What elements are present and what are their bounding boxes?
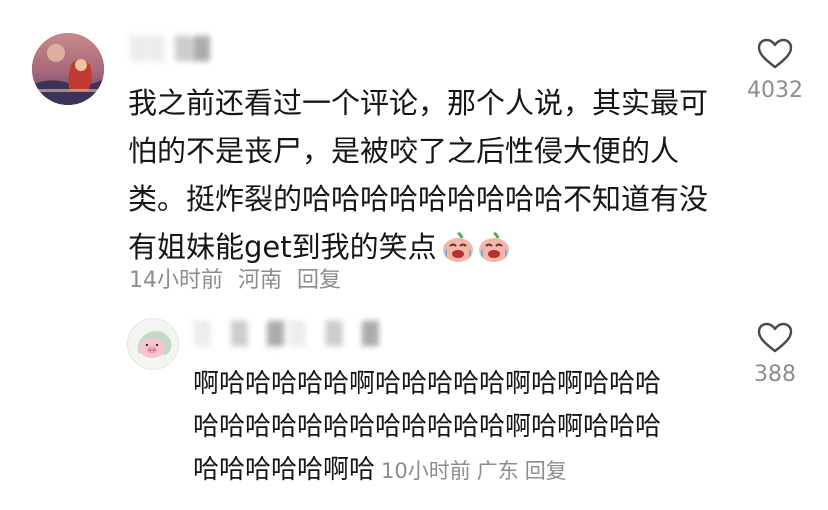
comment-line: 怕的不是丧尸，是被咬了之后性侵大便的人: [128, 134, 680, 168]
comment-location: 河南: [238, 268, 283, 293]
comment-line: 我之前还看过一个评论，那个人说，其实最可: [128, 86, 709, 120]
reply-location: 广东: [476, 459, 519, 483]
avatar-image: [32, 33, 104, 105]
heart-icon: [757, 38, 793, 69]
crying-laughing-emoji-icon: [441, 230, 475, 264]
like-button[interactable]: 4032: [720, 38, 828, 103]
pig-avatar-icon: [128, 319, 178, 369]
reply-text: 啊哈哈哈哈哈啊哈哈哈哈哈啊哈啊哈哈哈 哈哈哈哈哈哈哈哈哈哈哈哈啊哈啊哈哈哈 哈哈…: [193, 363, 713, 493]
reply-like-count: 388: [754, 362, 796, 387]
reply-reply-button[interactable]: 回复: [525, 459, 567, 483]
reply-line: 哈哈哈哈哈哈哈哈哈哈哈哈啊哈啊哈哈哈: [193, 412, 662, 442]
username[interactable]: ░░ ▒▓: [131, 37, 211, 62]
comment-time: 14小时前: [129, 268, 223, 293]
reply-line: 啊哈哈哈哈哈啊哈哈哈哈哈啊哈啊哈哈哈: [193, 369, 662, 399]
heart-icon: [757, 322, 793, 353]
reply-line: 哈哈哈哈哈啊哈 10小时前 广东 回复: [193, 449, 713, 493]
reply-meta: 10小时前 广东 回复: [381, 459, 573, 483]
reply-line-text: 哈哈哈哈哈啊哈: [193, 455, 376, 485]
reply-button[interactable]: 回复: [297, 268, 341, 293]
crying-laughing-emoji-icon: [477, 230, 511, 264]
reply-time: 10小时前: [381, 459, 471, 483]
comment-text: 我之前还看过一个评论，那个人说，其实最可 怕的不是丧尸，是被咬了之后性侵大便的人…: [128, 79, 728, 271]
avatar[interactable]: [32, 33, 104, 105]
reply-avatar[interactable]: [127, 318, 179, 370]
like-count: 4032: [747, 78, 803, 103]
reply-like-button[interactable]: 388: [720, 322, 828, 387]
comment-meta: 14小时前 河南 回复: [129, 262, 349, 294]
comment-line: 类。挺炸裂的哈哈哈哈哈哈哈哈哈不知道有没: [128, 182, 709, 216]
reply-username[interactable]: ░ ▒ ▓░ ▒ ▓: [195, 322, 385, 347]
